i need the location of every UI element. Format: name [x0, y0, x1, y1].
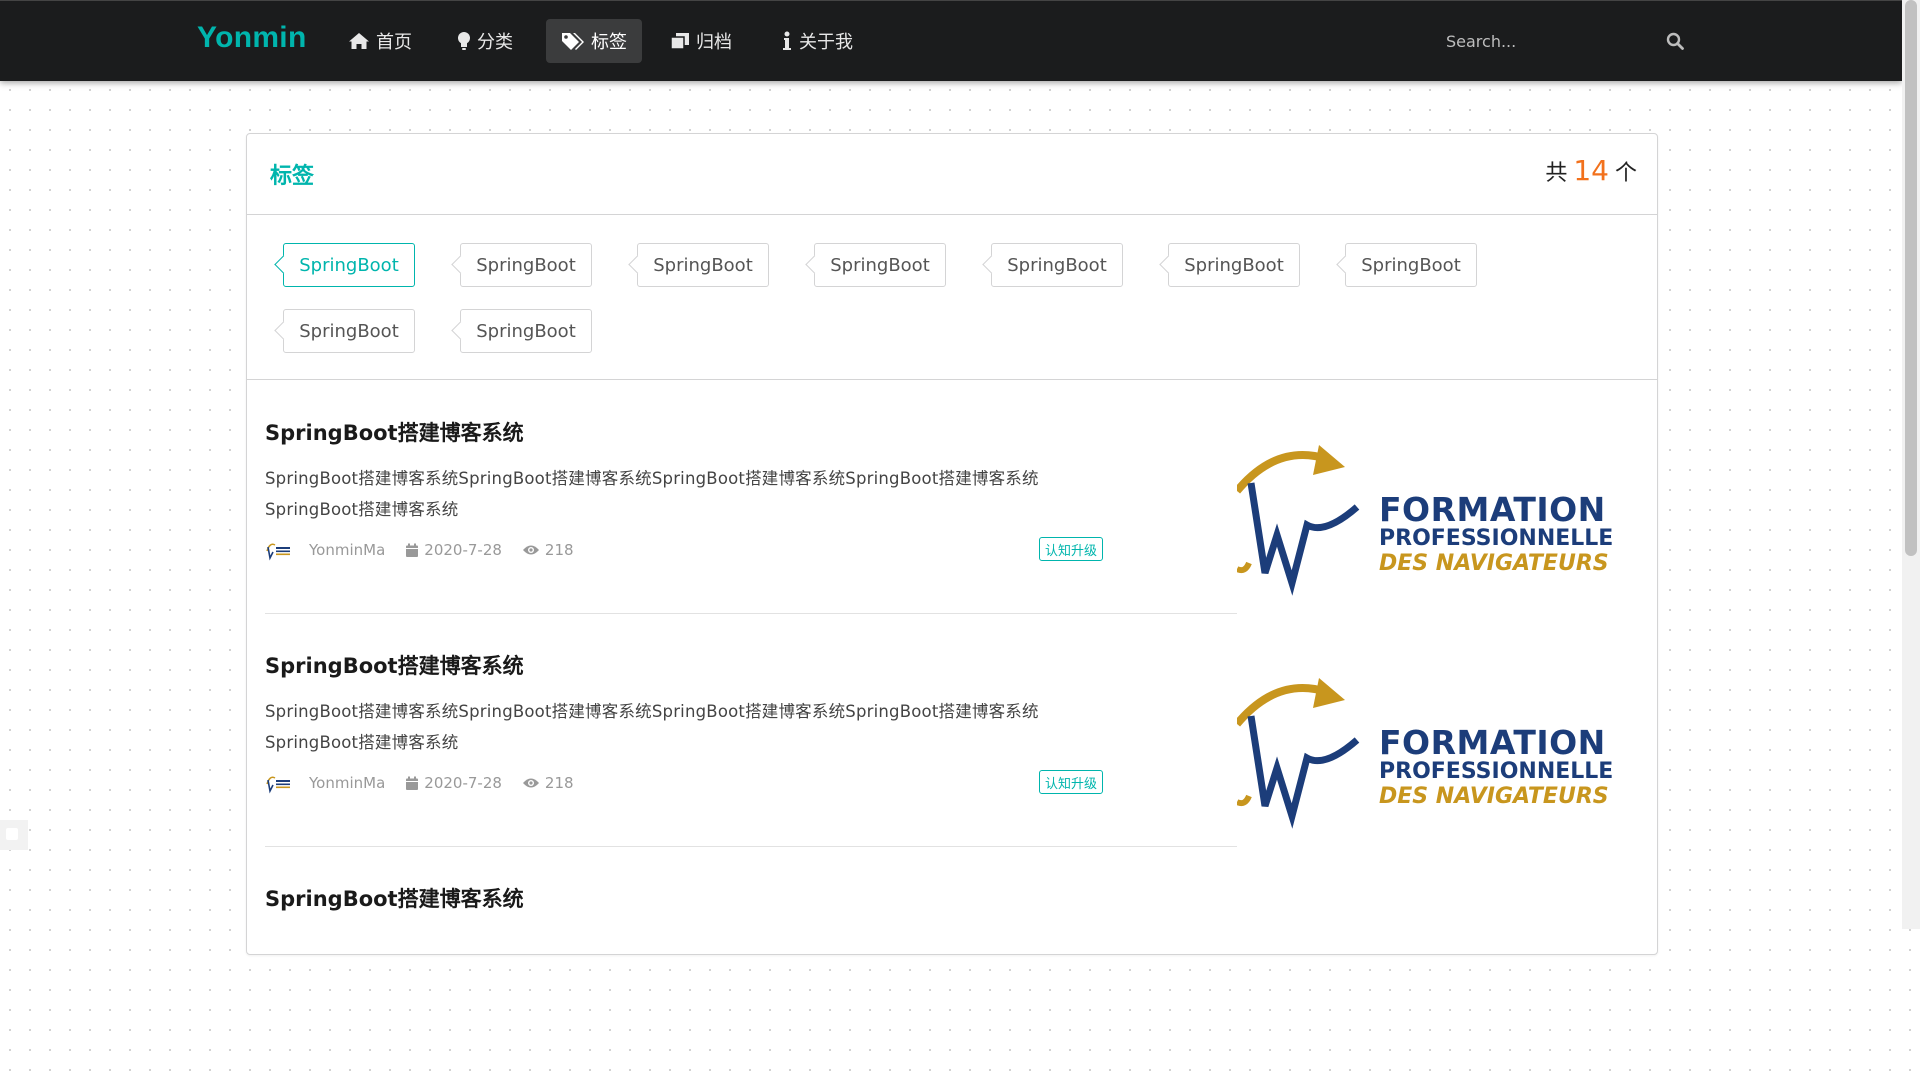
- nav-item-categories[interactable]: 分类: [442, 19, 528, 63]
- date-text: 2020-7-28: [424, 774, 502, 792]
- nav-item-label: 归档: [696, 32, 732, 53]
- nav-item-tags[interactable]: 标签: [546, 19, 642, 63]
- eye-icon: [522, 545, 539, 555]
- post-thumbnail[interactable]: FORMATION PROFESSIONNELLE DES NAVIGATEUR…: [1237, 656, 1637, 856]
- tag-item[interactable]: SpringBoot: [637, 243, 769, 287]
- count-suffix: 个: [1614, 161, 1637, 186]
- tag-count: 共 14 个: [1545, 154, 1637, 187]
- eye-icon: [522, 778, 539, 788]
- avatar: [265, 772, 291, 794]
- brand-logo[interactable]: Yonmin: [197, 21, 307, 55]
- post-description: SpringBoot搭建博客系统SpringBoot搭建博客系统SpringBo…: [265, 469, 1039, 519]
- calendar-icon: [406, 776, 419, 790]
- calendar-icon: [406, 543, 419, 557]
- nav-item-label: 标签: [591, 32, 627, 53]
- tag-item[interactable]: SpringBoot: [283, 309, 415, 353]
- search-input[interactable]: [1430, 23, 1692, 59]
- nav-item-label: 首页: [376, 32, 412, 53]
- views-count: 218: [544, 774, 574, 792]
- post-date: 2020-7-28: [405, 774, 502, 792]
- logo-line: DES NAVIGATEURS: [1379, 551, 1609, 576]
- logo-text: FORMATION PROFESSIONNELLE DES NAVIGATEUR…: [1379, 493, 1613, 577]
- avatar: [265, 539, 291, 561]
- logo-line: FORMATION: [1379, 723, 1606, 762]
- page-title: 标签: [270, 164, 315, 189]
- home-icon: [349, 33, 369, 49]
- author-avatar-icon: [266, 776, 290, 794]
- nav-item-home[interactable]: 首页: [333, 19, 427, 63]
- tags-icon: [562, 33, 584, 50]
- author-name: YonminMa: [309, 541, 386, 559]
- info-icon: [783, 31, 791, 50]
- category-badge[interactable]: 认知升级: [1038, 537, 1103, 561]
- logo-line: DES NAVIGATEURS: [1379, 784, 1609, 809]
- count-prefix: 共: [1545, 161, 1568, 186]
- tags-card: 标签 共 14 个 SpringBoot SpringBoot SpringBo…: [246, 133, 1658, 955]
- tag-item[interactable]: SpringBoot: [460, 243, 592, 287]
- nav-item-label: 关于我: [799, 32, 853, 53]
- tag-item[interactable]: SpringBoot: [460, 309, 592, 353]
- logo-line: PROFESSIONNELLE: [1379, 759, 1614, 784]
- lightbulb-icon: [458, 32, 470, 50]
- post-item: SpringBoot搭建博客系统: [265, 847, 1637, 1079]
- tag-list: SpringBoot SpringBoot SpringBoot SpringB…: [247, 215, 1657, 380]
- count-number: 14: [1573, 154, 1609, 187]
- nav-item-archive[interactable]: 归档: [655, 19, 747, 63]
- scrollbar-thumb[interactable]: [1905, 0, 1917, 556]
- tag-item[interactable]: SpringBoot: [814, 243, 946, 287]
- post-views: 218: [522, 541, 574, 559]
- author-avatar-icon: [266, 543, 290, 561]
- nav-item-about[interactable]: 关于我: [766, 19, 868, 63]
- search-icon[interactable]: [1666, 32, 1684, 50]
- tag-item[interactable]: SpringBoot: [283, 243, 415, 287]
- search-box: [1430, 23, 1692, 59]
- post-author[interactable]: YonminMa: [309, 541, 385, 559]
- logo-line: PROFESSIONNELLE: [1379, 526, 1614, 551]
- card-header: 标签 共 14 个: [247, 134, 1657, 215]
- author-name: YonminMa: [309, 774, 386, 792]
- post-meta: YonminMa 2020-7-28 218 认知升级: [265, 770, 1103, 796]
- post-title[interactable]: SpringBoot搭建博客系统: [265, 417, 524, 447]
- post-author[interactable]: YonminMa: [309, 774, 385, 792]
- post-description: SpringBoot搭建博客系统SpringBoot搭建博客系统SpringBo…: [265, 702, 1039, 752]
- top-navbar: Yonmin 首页 分类 标签 归档 关于我 Search...: [0, 0, 1902, 81]
- tag-item[interactable]: SpringBoot: [1345, 243, 1477, 287]
- date-text: 2020-7-28: [424, 541, 502, 559]
- post-title[interactable]: SpringBoot搭建博客系统: [265, 650, 524, 680]
- category-badge[interactable]: 认知升级: [1038, 770, 1103, 794]
- nav-item-label: 分类: [477, 32, 513, 53]
- tag-item[interactable]: SpringBoot: [1168, 243, 1300, 287]
- post-title[interactable]: SpringBoot搭建博客系统: [265, 883, 524, 913]
- post-thumbnail[interactable]: FORMATION PROFESSIONNELLE DES NAVIGATEUR…: [1237, 423, 1637, 623]
- post-item: SpringBoot搭建博客系统 SpringBoot搭建博客系统SpringB…: [265, 614, 1637, 856]
- post-meta: YonminMa 2020-7-28 218 认知升级: [265, 537, 1103, 563]
- post-date: 2020-7-28: [405, 541, 502, 559]
- tag-item[interactable]: SpringBoot: [991, 243, 1123, 287]
- logo-text: FORMATION PROFESSIONNELLE DES NAVIGATEUR…: [1379, 726, 1613, 810]
- logo-line: FORMATION: [1379, 490, 1606, 529]
- archive-icon: [670, 33, 689, 50]
- views-count: 218: [544, 541, 574, 559]
- post-views: 218: [522, 774, 574, 792]
- post-item: SpringBoot搭建博客系统 SpringBoot搭建博客系统SpringB…: [265, 381, 1637, 623]
- side-widget[interactable]: [0, 820, 28, 850]
